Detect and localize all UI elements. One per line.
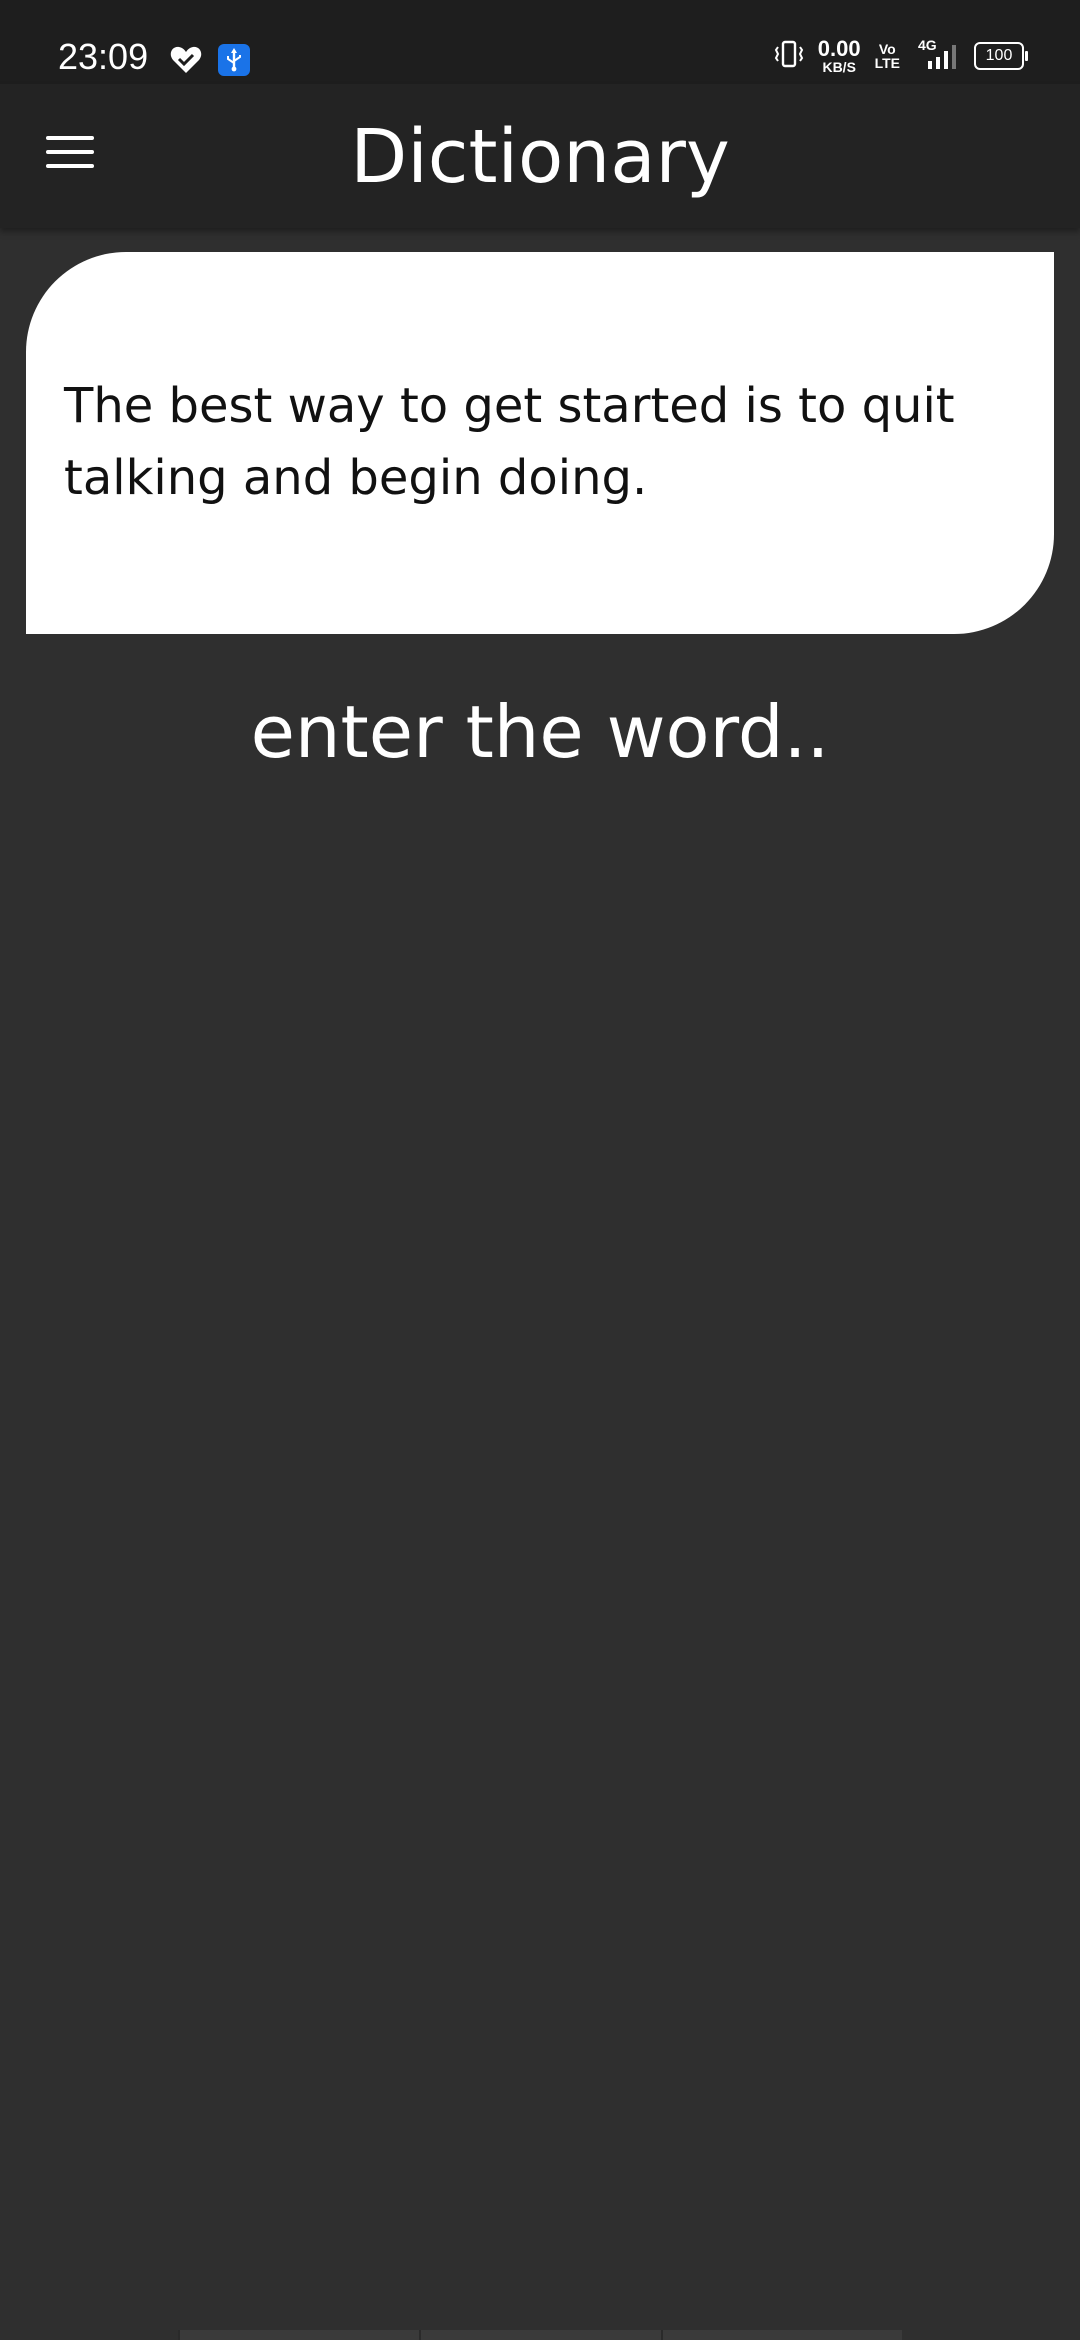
battery-icon: 100 [974, 42, 1028, 70]
search-input[interactable]: enter the word.. [0, 690, 1080, 774]
status-bar: 23:09 0.00 KB/S Vo LTE 4G 100 [0, 0, 1080, 84]
vibrate-icon [774, 40, 804, 72]
status-time: 23:09 [58, 36, 149, 77]
volte-top: Vo [878, 41, 896, 57]
app-bar: Dictionary [0, 84, 1080, 228]
quote-text: The best way to get started is to quit t… [64, 378, 955, 506]
battery-level: 100 [985, 47, 1013, 64]
bottom-nav-segment[interactable] [178, 2330, 420, 2340]
quote-card: The best way to get started is to quit t… [26, 252, 1054, 634]
status-left-icons [170, 44, 250, 76]
heart-check-icon [170, 46, 202, 74]
bottom-nav-segment[interactable] [660, 2330, 902, 2340]
net-speed-unit: KB/S [822, 59, 856, 75]
status-right-icons: 0.00 KB/S Vo LTE 4G 100 [774, 36, 1028, 75]
net-speed: 0.00 KB/S [817, 36, 861, 75]
bottom-nav-segment[interactable] [419, 2330, 661, 2340]
signal-icon: 4G [914, 37, 960, 71]
volte-bottom: LTE [874, 55, 900, 71]
net-speed-value: 0.00 [817, 36, 861, 61]
volte-indicator: Vo LTE [875, 42, 900, 70]
bottom-navigation-hint [178, 2330, 902, 2340]
app-title: Dictionary [350, 114, 730, 200]
usb-icon [218, 44, 250, 76]
